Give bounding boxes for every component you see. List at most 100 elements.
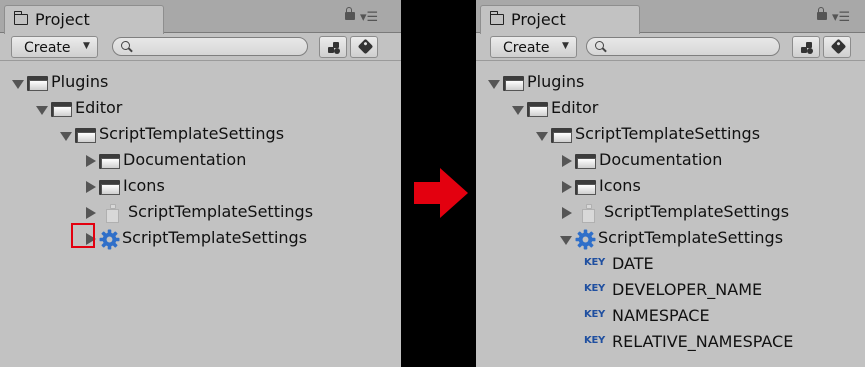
tree-item[interactable]: Editor (512, 97, 865, 121)
tree-item-label: ScriptTemplateSettings (598, 228, 784, 247)
tree-item[interactable]: ScriptTemplateSettings (560, 227, 865, 251)
tree-item[interactable]: KEY NAMESPACE (584, 305, 865, 329)
tree-item-label: DATE (612, 254, 654, 273)
create-button[interactable]: Create ▼ (490, 36, 577, 58)
right-arrow-icon (414, 168, 468, 218)
tab-project[interactable]: Project (4, 5, 164, 34)
search-input[interactable] (586, 37, 780, 56)
tree-item[interactable]: KEY DEVELOPER_NAME (584, 279, 865, 303)
filter-icon (801, 42, 813, 54)
tree-item-label: NAMESPACE (612, 306, 710, 325)
tree-item[interactable]: ScriptTemplateSettings (536, 123, 865, 147)
toolbar: Create ▼ (476, 33, 865, 61)
filter-icon (328, 42, 340, 54)
tree-item-label: Documentation (599, 150, 723, 169)
collapsed-arrow-icon[interactable] (562, 207, 572, 219)
expand-arrow-highlight (71, 223, 95, 248)
chevron-down-icon: ▼ (562, 41, 569, 51)
collapsed-arrow-icon[interactable] (86, 207, 96, 219)
tree-item[interactable]: Plugins (12, 71, 372, 95)
create-label: Create (503, 40, 550, 56)
folder-icon (99, 154, 120, 169)
tree-item-label: Documentation (123, 150, 247, 169)
search-icon (121, 41, 130, 50)
tree-item[interactable]: ScriptTemplateSettings (60, 123, 401, 147)
tab-title: Project (35, 10, 90, 29)
tag-icon (357, 38, 374, 55)
tab-bar: Project ▾☰ (476, 0, 865, 34)
expanded-arrow-icon[interactable] (488, 80, 500, 89)
tree-item[interactable]: ScriptTemplateSettings (84, 227, 401, 251)
script-icon (105, 204, 119, 223)
panel-menu-icon[interactable]: ▾☰ (360, 11, 378, 24)
tab-project[interactable]: Project (480, 5, 640, 34)
tree-item-label: ScriptTemplateSettings (575, 124, 761, 143)
lock-icon[interactable] (345, 7, 355, 20)
tree-item-label: ScriptTemplateSettings (604, 202, 790, 221)
tree-item[interactable]: ScriptTemplateSettings (560, 201, 865, 225)
collapsed-arrow-icon[interactable] (562, 155, 572, 167)
tab-bar: Project ▾☰ (0, 0, 401, 34)
search-icon (595, 41, 604, 50)
key-icon: KEY (584, 283, 605, 294)
folder-icon (75, 128, 96, 143)
filter-by-type-button[interactable] (319, 36, 347, 58)
tree-item-label: ScriptTemplateSettings (128, 202, 314, 221)
tree-item[interactable]: Editor (36, 97, 396, 121)
tree-item[interactable]: Documentation (560, 149, 865, 173)
key-icon: KEY (584, 309, 605, 320)
tree-item-label: Icons (123, 176, 165, 195)
folder-icon (27, 76, 48, 91)
asset-tree: Plugins Editor ScriptTemplateSettings Docum… (476, 62, 865, 367)
tree-item-label: Plugins (51, 72, 109, 91)
folder-icon (575, 180, 596, 195)
expanded-arrow-icon[interactable] (512, 106, 524, 115)
tree-item-label: ScriptTemplateSettings (122, 228, 308, 247)
folder-icon (99, 180, 120, 195)
expanded-arrow-icon[interactable] (12, 80, 24, 89)
project-panel-before: Project ▾☰ Create ▼ Plugins Editor ScriptT… (0, 0, 401, 367)
toolbar: Create ▼ (0, 33, 401, 61)
tree-item-label: DEVELOPER_NAME (612, 280, 763, 299)
tree-item[interactable]: Icons (84, 175, 401, 199)
expanded-arrow-icon[interactable] (60, 132, 72, 141)
tree-item-label: RELATIVE_NAMESPACE (612, 332, 794, 351)
collapsed-arrow-icon[interactable] (86, 155, 96, 167)
folder-icon (51, 102, 72, 117)
lock-icon[interactable] (817, 7, 827, 20)
folder-icon (503, 76, 524, 91)
tree-item-label: Plugins (527, 72, 585, 91)
script-icon (581, 204, 595, 223)
tree-item-label: Editor (551, 98, 599, 117)
folder-icon (527, 102, 548, 117)
create-button[interactable]: Create ▼ (11, 36, 98, 58)
asset-tree: Plugins Editor ScriptTemplateSettings Docum… (0, 62, 401, 367)
expanded-arrow-icon[interactable] (560, 236, 572, 245)
filter-by-label-button[interactable] (350, 36, 378, 58)
expanded-arrow-icon[interactable] (536, 132, 548, 141)
chevron-down-icon: ▼ (83, 41, 90, 51)
tree-item-label: Icons (599, 176, 641, 195)
filter-by-label-button[interactable] (823, 36, 851, 58)
gear-icon (575, 229, 596, 250)
tree-item-label: Editor (75, 98, 123, 117)
tab-title: Project (511, 10, 566, 29)
folder-tab-icon (489, 11, 504, 25)
tree-item[interactable]: KEY DATE (584, 253, 865, 277)
key-icon: KEY (584, 335, 605, 346)
tree-item[interactable]: ScriptTemplateSettings (84, 201, 401, 225)
collapsed-arrow-icon[interactable] (562, 181, 572, 193)
tree-item[interactable]: Documentation (84, 149, 401, 173)
folder-icon (551, 128, 572, 143)
tree-item[interactable]: Icons (560, 175, 865, 199)
expanded-arrow-icon[interactable] (36, 106, 48, 115)
folder-tab-icon (13, 11, 28, 25)
filter-by-type-button[interactable] (792, 36, 820, 58)
tree-item[interactable]: Plugins (488, 71, 848, 95)
gear-icon (99, 229, 120, 250)
tree-item[interactable]: KEY RELATIVE_NAMESPACE (584, 331, 865, 355)
key-icon: KEY (584, 257, 605, 268)
search-input[interactable] (112, 37, 308, 56)
panel-menu-icon[interactable]: ▾☰ (832, 11, 850, 24)
collapsed-arrow-icon[interactable] (86, 181, 96, 193)
